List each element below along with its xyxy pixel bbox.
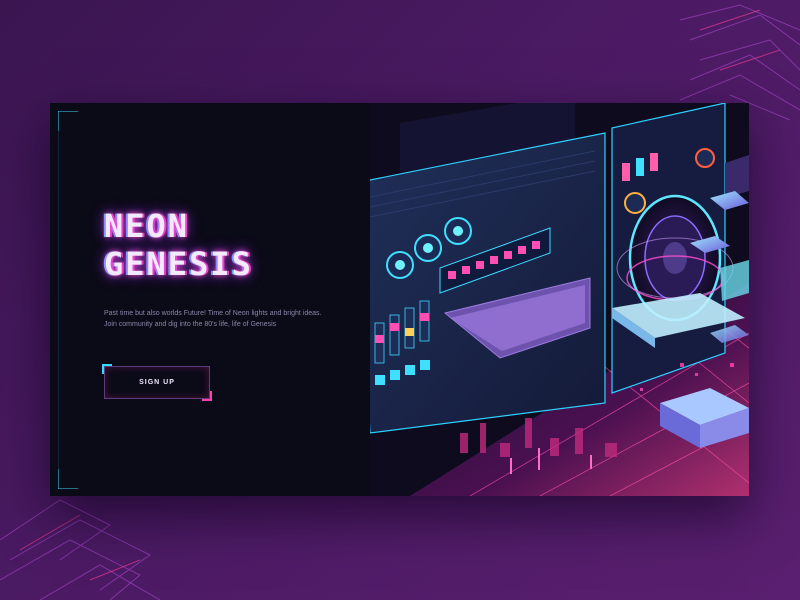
hero-card: NEON GENESIS Past time but also worlds F… [50, 103, 749, 496]
hero-text-panel: NEON GENESIS Past time but also worlds F… [50, 103, 370, 496]
sign-up-button[interactable]: SIGN UP [102, 364, 212, 401]
neon-corner-frame [58, 111, 78, 489]
title-line-2: GENESIS [104, 245, 253, 283]
page-title: NEON GENESIS [104, 207, 253, 283]
boombox-graphic [350, 103, 749, 496]
boombox-illustration [350, 103, 749, 496]
tagline: Past time but also worlds Future! Time o… [104, 308, 334, 330]
tagline-line-2: Join community and dig into the 80's lif… [104, 321, 277, 328]
title-line-1: NEON [104, 207, 190, 245]
tagline-line-1: Past time but also worlds Future! Time o… [104, 310, 322, 317]
